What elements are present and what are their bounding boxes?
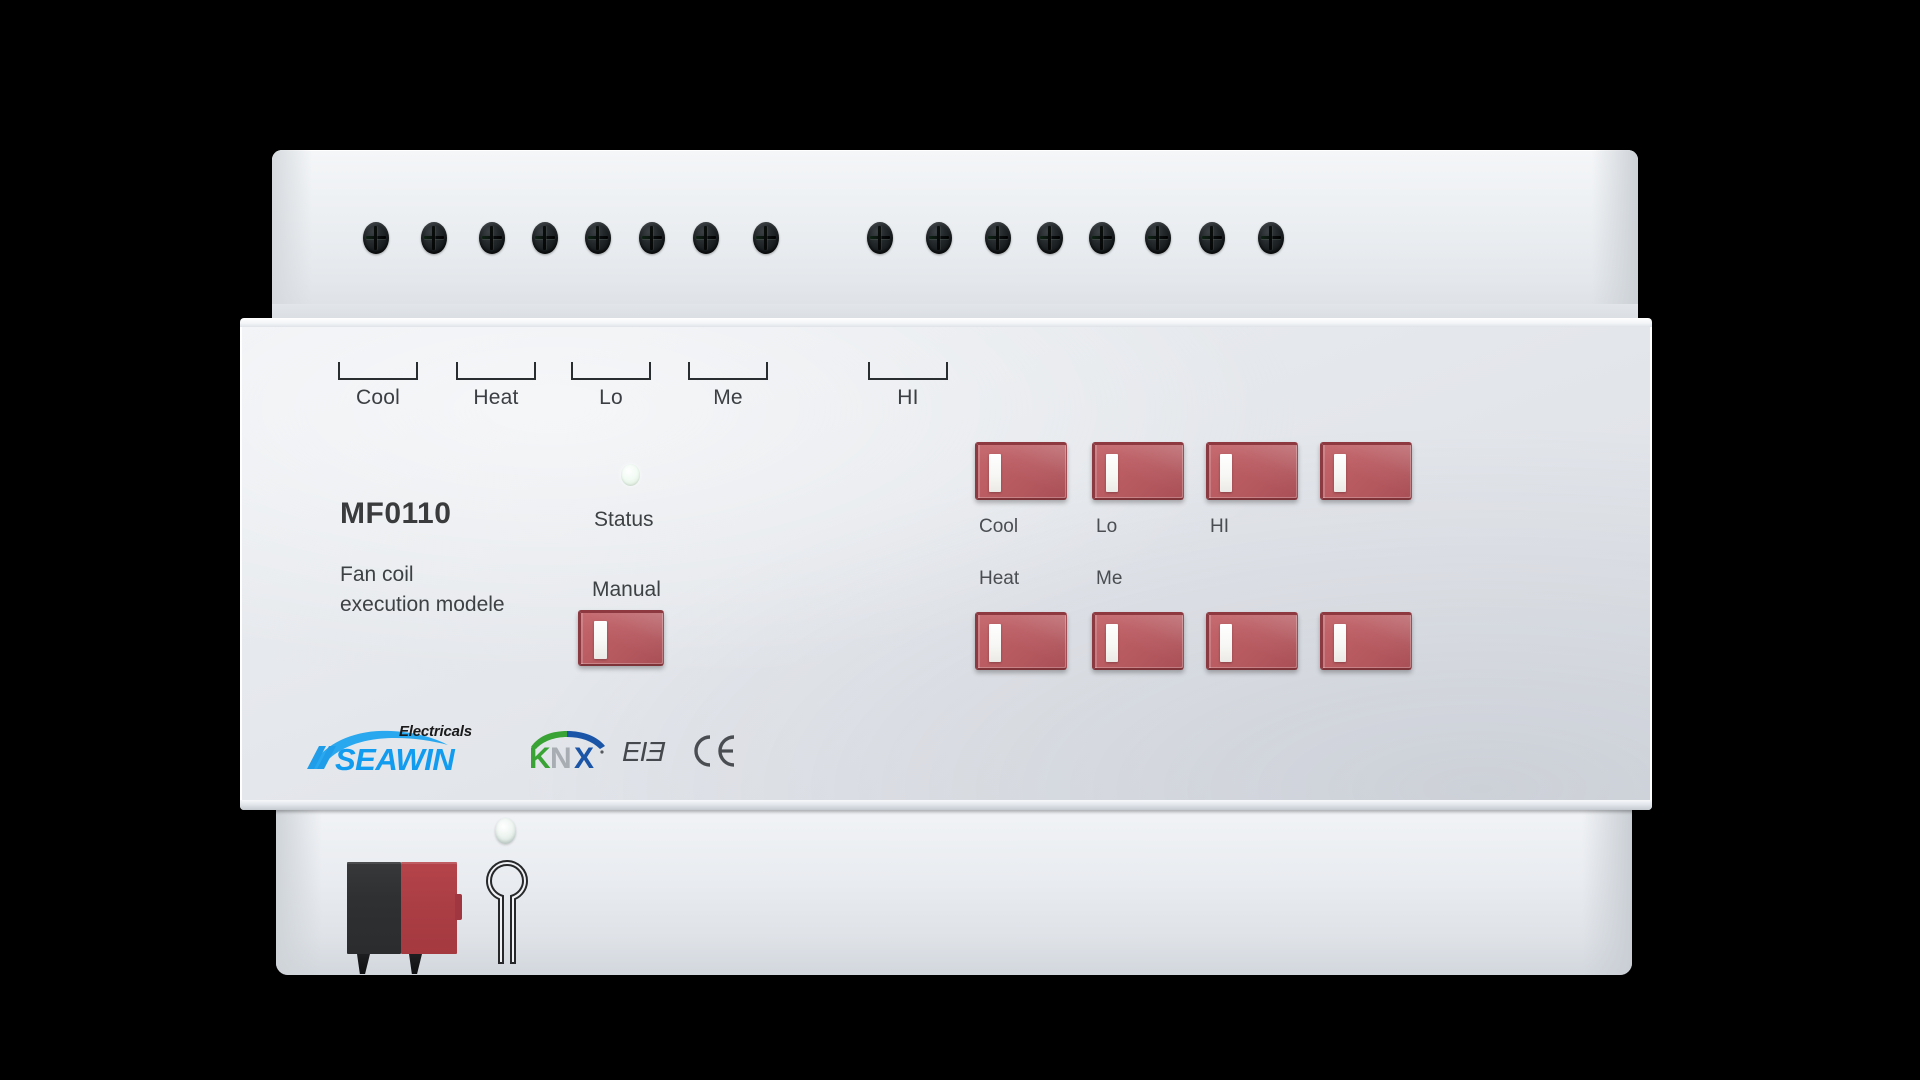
terminal-legend-lo: Lo	[571, 362, 651, 410]
rocker-indicator-bar	[989, 454, 1001, 492]
legend-label: Heat	[473, 386, 519, 409]
screw-terminal	[1145, 222, 1171, 254]
bus-terminal-black[interactable]	[347, 862, 401, 954]
screw-slot-vertical	[543, 226, 546, 250]
output-switch-bottom-2[interactable]	[1092, 612, 1184, 670]
programming-button[interactable]	[483, 858, 531, 966]
screw-terminal	[585, 222, 611, 254]
svg-text:X: X	[574, 742, 594, 772]
terminal-legend-hi: HI	[868, 362, 948, 410]
output-switch-bottom-1[interactable]	[975, 612, 1067, 670]
output-switch-label-heat-bottom: Heat	[979, 568, 1020, 589]
legend-bracket-icon	[571, 362, 651, 380]
lower-housing	[276, 800, 1632, 975]
eib-logo: EIƎ	[622, 736, 665, 767]
screw-slot-vertical	[1210, 226, 1213, 250]
screw-terminal	[1258, 222, 1284, 254]
screw-terminal	[693, 222, 719, 254]
faceplate-top-bevel	[240, 318, 1652, 327]
terminal-legend-heat: Heat	[456, 362, 536, 410]
terminal-legend-me: Me	[688, 362, 768, 410]
screw-slot-vertical	[490, 226, 493, 250]
output-switch-label-cool-top: Cool	[979, 516, 1019, 537]
screw-slot-vertical	[374, 226, 377, 250]
output-switch-top-1[interactable]	[975, 442, 1067, 500]
screw-terminal	[421, 222, 447, 254]
legend-label: HI	[897, 386, 919, 409]
seawin-tagline: Electricals	[399, 723, 472, 740]
screw-slot-vertical	[432, 226, 435, 250]
screw-slot-vertical	[1100, 226, 1103, 250]
status-led	[621, 464, 640, 486]
ce-mark-icon	[694, 735, 735, 767]
legend-label: Me	[713, 386, 743, 409]
screw-slot-vertical	[650, 226, 653, 250]
screw-slot-vertical	[937, 226, 940, 250]
programming-led	[495, 818, 516, 844]
screw-terminal	[1199, 222, 1225, 254]
manual-label: Manual	[592, 578, 661, 601]
screw-slot-vertical	[764, 226, 767, 250]
rocker-indicator-bar	[1106, 454, 1118, 492]
screw-slot-vertical	[1156, 226, 1159, 250]
bus-terminal-red[interactable]	[401, 862, 457, 954]
screw-slot-vertical	[996, 226, 999, 250]
bus-terminal-latch	[455, 894, 462, 920]
legend-bracket-icon	[456, 362, 536, 380]
device-description: Fan coil execution modele	[340, 563, 505, 616]
screw-terminal	[532, 222, 558, 254]
rocker-indicator-bar	[1106, 624, 1118, 662]
knx-logo: K N X	[529, 731, 605, 772]
rocker-indicator-bar	[1334, 454, 1346, 492]
output-switch-top-2[interactable]	[1092, 442, 1184, 500]
manual-override-switch[interactable]	[578, 610, 664, 666]
legend-bracket-icon	[688, 362, 768, 380]
legend-label: Lo	[599, 386, 623, 409]
screw-slot-vertical	[1269, 226, 1272, 250]
screw-terminal	[363, 222, 389, 254]
rocker-indicator-bar	[1220, 454, 1232, 492]
screw-terminal	[479, 222, 505, 254]
screw-terminal	[639, 222, 665, 254]
screw-terminal	[867, 222, 893, 254]
screw-terminal	[985, 222, 1011, 254]
output-switch-label-lo-top: Lo	[1096, 516, 1118, 537]
rocker-indicator-bar	[594, 621, 607, 659]
svg-text:K: K	[529, 742, 551, 772]
output-switch-bottom-3[interactable]	[1206, 612, 1298, 670]
output-switch-label-me-bottom: Me	[1096, 568, 1123, 589]
screw-slot-vertical	[596, 226, 599, 250]
svg-text:SEAWIN: SEAWIN	[335, 742, 455, 773]
screw-terminal	[753, 222, 779, 254]
rocker-indicator-bar	[989, 624, 1001, 662]
status-label: Status	[594, 508, 654, 531]
terminal-legend-cool: Cool	[338, 362, 418, 410]
screw-terminal	[926, 222, 952, 254]
legend-label: Cool	[356, 386, 400, 409]
screw-slot-vertical	[704, 226, 707, 250]
knx-bus-connector[interactable]	[347, 862, 462, 974]
rocker-indicator-bar	[1334, 624, 1346, 662]
output-switch-bottom-4[interactable]	[1320, 612, 1412, 670]
faceplate-bottom-bevel	[240, 800, 1652, 810]
screw-terminal	[1037, 222, 1063, 254]
output-switch-top-4[interactable]	[1320, 442, 1412, 500]
screw-terminal	[1089, 222, 1115, 254]
screw-slot-vertical	[1048, 226, 1051, 250]
output-switch-label-hi-top: HI	[1210, 516, 1229, 537]
legend-bracket-icon	[338, 362, 418, 380]
legend-bracket-icon	[868, 362, 948, 380]
output-switch-top-3[interactable]	[1206, 442, 1298, 500]
model-number: MF0110	[340, 497, 452, 530]
rocker-indicator-bar	[1220, 624, 1232, 662]
device-photo-stage: Cool Heat Lo Me HI MF0110 Fan coil execution…	[0, 0, 1920, 1080]
svg-text:N: N	[550, 742, 572, 772]
screw-slot-vertical	[878, 226, 881, 250]
upper-terminal-housing	[272, 150, 1638, 330]
